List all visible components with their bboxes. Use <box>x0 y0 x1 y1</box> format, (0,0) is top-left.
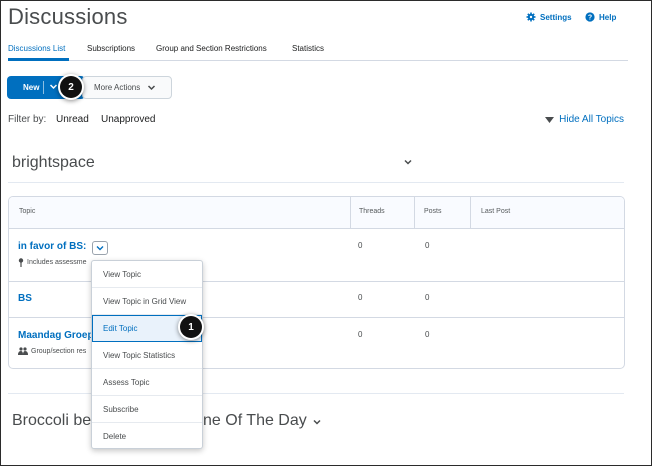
threads-count: 0 <box>358 293 363 302</box>
hide-all-topics-label: Hide All Topics <box>559 114 624 125</box>
topic-link-maandag-groep[interactable]: Maandag Groep <box>18 330 94 341</box>
column-header-last-post: Last Post <box>481 208 511 215</box>
threads-count: 0 <box>358 241 363 250</box>
group-icon <box>18 347 28 355</box>
column-divider <box>470 197 471 229</box>
help-label: Help <box>599 12 617 22</box>
new-button-label: New <box>23 83 40 92</box>
forum-title: brightspace <box>12 154 95 171</box>
more-actions-label: More Actions <box>94 83 141 92</box>
filter-label: Filter by: <box>8 114 47 125</box>
topic-note: Includes assessme <box>18 258 87 267</box>
topic-link-bs[interactable]: BS <box>18 293 32 304</box>
topic-note-text: Includes assessme <box>27 259 87 266</box>
menu-item-view-topic[interactable]: View Topic <box>92 261 202 288</box>
settings-label: Settings <box>540 12 572 22</box>
forum-title-partial: ne Of The Day <box>203 412 307 429</box>
triangle-down-icon <box>545 116 555 123</box>
menu-item-assess-topic[interactable]: Assess Topic <box>92 369 202 396</box>
settings-link[interactable]: Settings <box>526 12 572 22</box>
menu-item-view-topic-grid[interactable]: View Topic in Grid View <box>92 288 202 315</box>
help-link[interactable]: ? Help <box>585 12 616 22</box>
column-header-topic: Topic <box>19 208 36 215</box>
gear-icon <box>526 12 536 22</box>
tab-discussions-list[interactable]: Discussions List <box>8 44 65 53</box>
tab-group-section-restrictions[interactable]: Group and Section Restrictions <box>156 44 267 53</box>
page-title: Discussions <box>8 4 128 29</box>
chevron-down-icon[interactable] <box>312 418 322 426</box>
menu-item-subscribe[interactable]: Subscribe <box>92 396 202 423</box>
chevron-down-icon <box>147 85 156 91</box>
forum-divider <box>8 182 624 183</box>
chevron-down-icon[interactable] <box>403 158 413 166</box>
active-tab-indicator <box>8 58 69 61</box>
threads-count: 0 <box>358 330 363 339</box>
column-divider <box>414 197 415 229</box>
tab-subscriptions[interactable]: Subscriptions <box>87 44 135 53</box>
menu-item-delete[interactable]: Delete <box>92 423 202 450</box>
menu-item-view-topic-statistics[interactable]: View Topic Statistics <box>92 342 202 369</box>
topic-link-in-favor-of-bs[interactable]: in favor of BS: <box>18 241 86 252</box>
hide-all-topics-link[interactable]: Hide All Topics <box>545 114 624 125</box>
topic-note: Group/section res <box>18 347 86 355</box>
column-header-posts: Posts <box>424 208 442 215</box>
chevron-down-icon <box>49 84 58 90</box>
chevron-down-icon <box>96 246 104 251</box>
svg-text:?: ? <box>588 15 592 22</box>
new-button-divider <box>43 81 44 94</box>
column-header-threads: Threads <box>359 208 385 215</box>
step-callout-2: 2 <box>60 76 82 98</box>
topic-note-text: Group/section res <box>31 347 87 355</box>
tab-bar: Discussions List Subscriptions Group and… <box>8 40 628 61</box>
filter-unread[interactable]: Unread <box>56 114 89 125</box>
filter-unapproved[interactable]: Unapproved <box>101 114 155 125</box>
step-callout-1: 1 <box>180 316 202 338</box>
topic-context-menu-button[interactable] <box>92 241 108 255</box>
posts-count: 0 <box>425 293 430 302</box>
column-divider <box>350 197 351 229</box>
pin-icon <box>18 258 24 267</box>
tab-statistics[interactable]: Statistics <box>292 44 324 53</box>
help-circle-icon: ? <box>585 12 595 22</box>
posts-count: 0 <box>425 241 430 250</box>
forum-title-partial: Broccoli be <box>12 412 92 429</box>
table-header: Topic Threads Posts Last Post <box>9 197 624 229</box>
posts-count: 0 <box>425 330 430 339</box>
more-actions-button[interactable]: More Actions <box>82 76 172 99</box>
topic-context-menu: View Topic View Topic in Grid View Edit … <box>91 260 203 449</box>
